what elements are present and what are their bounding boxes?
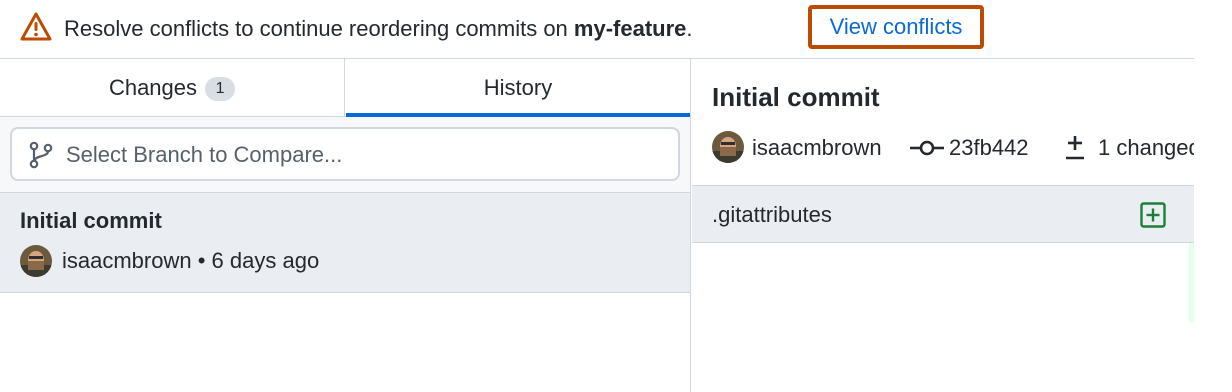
tab-history[interactable]: History — [346, 59, 690, 118]
tab-changes[interactable]: Changes 1 — [0, 59, 345, 117]
meta-separator: • — [191, 248, 212, 273]
tab-changes-label: Changes — [108, 75, 198, 100]
conflict-banner: Resolve conflicts to continue reordering… — [0, 0, 1232, 58]
git-branch-icon — [29, 141, 53, 169]
changes-count-badge: 1 — [205, 77, 236, 101]
history-sidebar: Changes 1 History Select Branch to Compar… — [0, 59, 691, 392]
banner-message: Resolve conflicts to continue reordering… — [64, 16, 693, 41]
git-commit-icon — [910, 140, 944, 156]
file-name: .gitattributes — [712, 202, 832, 227]
file-added-icon — [1140, 202, 1166, 228]
tab-bar: Changes 1 History — [0, 59, 690, 118]
diff-icon — [1066, 136, 1084, 160]
commit-time: 6 days ago — [211, 248, 320, 273]
view-conflicts-link[interactable]: View conflicts — [808, 5, 984, 49]
compare-branch-input[interactable]: Select Branch to Compare... — [10, 127, 680, 181]
commit-detail-panel: Initial commit isaacmbrown 23fb442 1 cha… — [692, 59, 1194, 392]
branch-name: my-feature — [573, 16, 687, 41]
alert-triangle-icon — [20, 12, 52, 41]
file-list-item[interactable]: .gitattributes — [692, 185, 1194, 243]
tab-history-label: History — [483, 75, 553, 100]
changed-files-count: 1 changed file — [1098, 135, 1194, 160]
commit-meta: isaacmbrown • 6 days ago — [62, 247, 319, 275]
commit-title: Initial commit — [20, 208, 162, 233]
commit-detail-author: isaacmbrown — [752, 135, 882, 160]
compare-branch-placeholder: Select Branch to Compare... — [66, 142, 343, 167]
commit-list-item[interactable]: Initial commit isaacmbrown • 6 days ago — [0, 193, 690, 293]
commit-author: isaacmbrown — [62, 248, 192, 273]
avatar — [20, 245, 52, 277]
compare-bar: Select Branch to Compare... — [0, 117, 690, 193]
commit-sha: 23fb442 — [949, 135, 1029, 160]
avatar — [712, 131, 744, 163]
window-edge — [1194, 0, 1232, 392]
commit-detail-title: Initial commit — [712, 82, 880, 112]
